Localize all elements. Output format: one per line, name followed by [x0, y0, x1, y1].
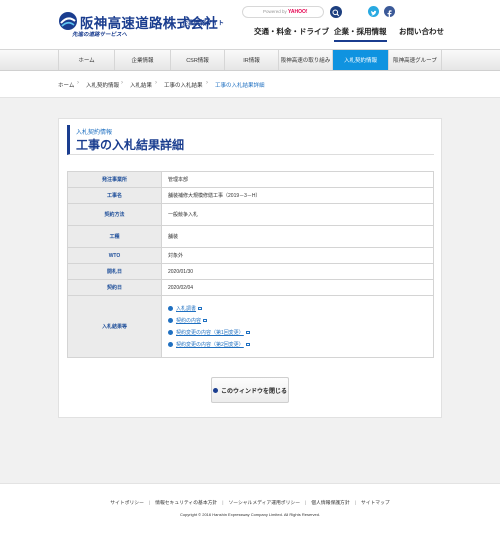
table-row: 契約日 2020/02/04 — [67, 279, 434, 296]
row-label: 契約日 — [67, 279, 162, 296]
global-nav-contact[interactable]: お問い合わせ — [399, 26, 444, 37]
search-placeholder: Powered by YAHOO! — [263, 9, 308, 15]
row-label: 開札日 — [67, 263, 162, 280]
row-value: 管理本部 — [161, 171, 434, 188]
search-button[interactable] — [330, 6, 342, 18]
row-value: 舗装補修大規模修繕工事（2019－3－H） — [161, 187, 434, 204]
table-row: 発注事業所 管理本部 — [67, 171, 434, 188]
footer-separator: | — [354, 501, 356, 506]
row-value: 一般競争入札 — [161, 203, 434, 226]
search-input[interactable]: Powered by YAHOO! — [242, 6, 324, 18]
row-label: 工種 — [67, 225, 162, 248]
external-link-icon — [245, 331, 250, 334]
link-bid-record[interactable]: 入札調書 — [176, 305, 196, 312]
row-value: 入札調書 契約の内容 契約変更の内容（第1回変更） 契約変更の内容（第2回変更） — [161, 295, 434, 358]
bid-result-table: 発注事業所 管理本部 工事名 舗装補修大規模修繕工事（2019－3－H） 契約方… — [67, 171, 434, 358]
breadcrumb-bidding[interactable]: 入札契約情報 — [86, 81, 119, 89]
footer-link-sitemap[interactable]: サイトマップ — [361, 501, 390, 506]
link-contract-details[interactable]: 契約の内容 — [176, 317, 201, 324]
twitter-icon — [371, 10, 377, 16]
footer-separator: | — [222, 501, 224, 506]
row-label: WTO — [67, 247, 162, 264]
footer-link-security[interactable]: 情報セキュリティの基本方針 — [155, 501, 217, 506]
main-navigation: ホーム 企業情報 CSR情報 IR情報 阪神高速の取り組み 入札契約情報 阪神高… — [0, 49, 500, 71]
nav-group[interactable]: 阪神高速グループ — [388, 50, 442, 70]
link-contract-change-2[interactable]: 契約変更の内容（第2回変更） — [176, 341, 244, 348]
page-title: 工事の入札結果詳細 — [76, 138, 185, 152]
logo-site-label: 企業情報サイト — [182, 21, 225, 27]
global-nav-corporate[interactable]: 企業・採用情報 — [334, 26, 387, 42]
page-heading: 入札契約情報 工事の入札結果詳細 — [67, 125, 434, 155]
twitter-button[interactable] — [368, 6, 379, 17]
breadcrumb-separator: › — [206, 80, 208, 86]
table-row: 契約方法 一般競争入札 — [67, 203, 434, 226]
bullet-arrow-icon — [168, 318, 173, 323]
breadcrumb-separator: › — [121, 80, 123, 86]
table-row: 開札日 2020/01/30 — [67, 263, 434, 280]
result-link-item: 契約変更の内容（第2回変更） — [168, 339, 433, 351]
footer-separator: | — [148, 501, 151, 506]
row-value: 2020/02/04 — [161, 279, 434, 296]
row-label: 発注事業所 — [67, 171, 162, 188]
search-powered-label: Powered by — [263, 9, 287, 14]
table-row: 工事名 舗装補修大規模修繕工事（2019－3－H） — [67, 187, 434, 204]
search-icon — [332, 9, 340, 17]
copyright: Copyright © 2016 Hanshin Expressway Comp… — [179, 512, 321, 517]
row-label: 契約方法 — [67, 203, 162, 226]
row-value: 対象外 — [161, 247, 434, 264]
facebook-icon — [387, 10, 392, 18]
table-row-results: 入札結果等 入札調書 契約の内容 契約変更の内容（第1回変更） 契約変更の内容（… — [67, 295, 434, 358]
footer-link-privacy[interactable]: 個人情報保護方針 — [311, 501, 349, 506]
close-window-button[interactable]: このウィンドウを閉じる — [211, 377, 289, 403]
bullet-arrow-icon — [168, 330, 173, 335]
nav-ir[interactable]: IR情報 — [224, 50, 278, 70]
search-brand: YAHOO! — [288, 9, 308, 15]
facebook-button[interactable] — [384, 6, 395, 18]
footer-link-site-policy[interactable]: サイトポリシー — [110, 501, 144, 506]
breadcrumb-current: 工事の入札結果詳細 — [215, 83, 265, 89]
external-link-icon — [198, 307, 203, 310]
breadcrumb: ホーム › 入札契約情報 › 入札結果 › 工事の入札結果 › 工事の入札結果詳… — [0, 71, 500, 98]
site-logo[interactable]: 阪神高速道路株式会社 企業情報サイト 先進の道路サービスへ — [58, 11, 258, 41]
row-value: 舗装 — [161, 225, 434, 248]
site-footer: サイトポリシー | 情報セキュリティの基本方針 | ソーシャルメディア運用ポリシー | 個人… — [0, 483, 500, 533]
nav-company[interactable]: 企業情報 — [114, 50, 170, 70]
breadcrumb-separator: › — [77, 80, 79, 86]
footer-links: サイトポリシー | 情報セキュリティの基本方針 | ソーシャルメディア運用ポリシー | 個人… — [0, 499, 500, 506]
result-link-item: 契約の内容 — [168, 315, 433, 327]
global-nav-traffic[interactable]: 交通・料金・ドライブ — [254, 26, 329, 37]
breadcrumb-home[interactable]: ホーム — [58, 81, 74, 89]
bullet-arrow-icon — [212, 387, 218, 393]
nav-initiatives[interactable]: 阪神高速の取り組み — [278, 50, 332, 70]
result-link-list: 入札調書 契約の内容 契約変更の内容（第1回変更） 契約変更の内容（第2回変更） — [168, 303, 433, 351]
site-header: 阪神高速道路株式会社 企業情報サイト 先進の道路サービスへ Powered by… — [0, 0, 500, 49]
result-link-item: 入札調書 — [168, 303, 433, 315]
external-link-icon — [203, 319, 208, 322]
breadcrumb-separator: › — [155, 80, 157, 86]
bullet-arrow-icon — [168, 342, 173, 347]
breadcrumb-construction-results[interactable]: 工事の入札結果 — [164, 81, 203, 89]
link-contract-change-1[interactable]: 契約変更の内容（第1回変更） — [176, 329, 244, 336]
table-row: WTO 対象外 — [67, 247, 434, 264]
content-card: 入札契約情報 工事の入札結果詳細 発注事業所 管理本部 工事名 舗装補修大規模修… — [58, 118, 442, 418]
logo-mark-icon — [59, 12, 77, 30]
logo-tagline: 先進の道路サービスへ — [72, 32, 128, 38]
page-subtitle: 入札契約情報 — [76, 130, 113, 136]
external-link-icon — [245, 343, 250, 346]
bullet-arrow-icon — [168, 306, 173, 311]
nav-home[interactable]: ホーム — [58, 50, 114, 70]
row-label: 工事名 — [67, 187, 162, 204]
nav-csr[interactable]: CSR情報 — [170, 50, 224, 70]
row-label: 入札結果等 — [67, 295, 162, 358]
breadcrumb-results[interactable]: 入札結果 — [130, 81, 152, 89]
table-row: 工種 舗装 — [67, 225, 434, 248]
nav-bidding[interactable]: 入札契約情報 — [332, 50, 388, 70]
row-value: 2020/01/30 — [161, 263, 434, 280]
footer-separator: | — [305, 501, 307, 506]
result-link-item: 契約変更の内容（第1回変更） — [168, 327, 433, 339]
footer-link-social[interactable]: ソーシャルメディア運用ポリシー — [228, 501, 300, 506]
close-window-label: このウィンドウを閉じる — [220, 388, 287, 395]
